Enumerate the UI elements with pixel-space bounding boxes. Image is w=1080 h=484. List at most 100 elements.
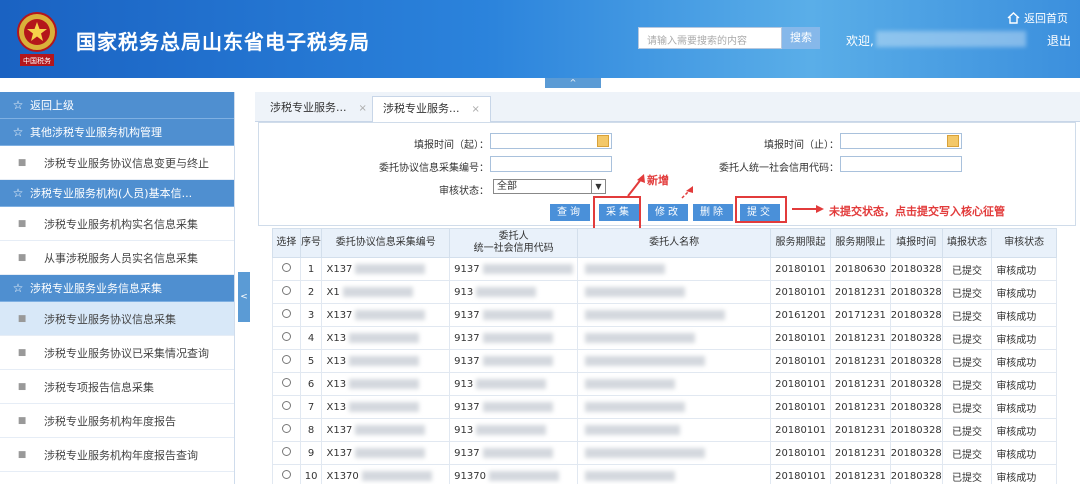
fill-end-input[interactable] (840, 133, 962, 149)
row-select-radio[interactable] (272, 372, 301, 396)
radio-icon[interactable] (281, 470, 291, 479)
row-service-start: 20180101 (770, 441, 831, 465)
row-select-radio[interactable] (272, 395, 301, 419)
radio-icon[interactable] (281, 378, 291, 387)
redacted-value (349, 401, 420, 412)
row-fill-date: 20180328 (889, 395, 943, 419)
calendar-icon[interactable] (947, 135, 959, 147)
sidebar-item-agreement-query[interactable]: ■ 涉税专业服务协议已采集情况查询 (0, 336, 234, 370)
row-fill-status: 已提交 (941, 349, 993, 373)
sidebar-item-annual-report[interactable]: ■ 涉税专业服务机构年度报告 (0, 404, 234, 438)
sidebar-item-back[interactable]: ☆ 返回上级 (0, 92, 234, 119)
credit-prefix: 913 (454, 424, 474, 436)
delete-button[interactable]: 删除 (693, 204, 733, 221)
collapse-header-toggle[interactable]: ^ (545, 78, 601, 88)
sidebar-item-label: 涉税专业服务机构年度报告 (44, 414, 176, 428)
column-header: 委托人名称 (577, 228, 772, 258)
table-row[interactable]: 1 X137 9137 20180101 20180630 20180328 已提交 审核成功 (272, 257, 1057, 281)
sidebar-item-agreement-collect[interactable]: ■ 涉税专业服务协议信息采集 (0, 302, 234, 336)
bullet-icon: ■ (17, 449, 27, 460)
sidebar-item-special-report[interactable]: ■ 涉税专项报告信息采集 (0, 370, 234, 404)
table-row[interactable]: 8 X137 913 20180101 20181231 20180328 已提交 审核成功 (272, 418, 1057, 442)
star-icon: ☆ (12, 125, 24, 139)
radio-icon[interactable] (281, 332, 291, 341)
redacted-value (482, 332, 553, 343)
redacted-value (585, 378, 676, 389)
annotation-submit-note: 未提交状态，点击提交写入核心征管 (829, 205, 1005, 218)
sidebar-item-annual-report-query[interactable]: ■ 涉税专业服务机构年度报告查询 (0, 438, 234, 472)
table-row[interactable]: 2 X1 913 20180101 20181231 20180328 已提交 审核成功 (272, 280, 1057, 304)
row-fill-date: 20180328 (889, 441, 943, 465)
credit-prefix: 9137 (454, 447, 480, 459)
row-select-radio[interactable] (272, 464, 301, 484)
row-service-end: 20181231 (829, 280, 891, 304)
row-select-radio[interactable] (272, 326, 301, 350)
radio-icon[interactable] (281, 309, 291, 318)
credit-code-input[interactable] (840, 156, 962, 172)
row-number: 3 (299, 303, 323, 327)
tab-service-1[interactable]: 涉税专业服务... × (260, 96, 377, 122)
sidebar-collapse-toggle[interactable]: < (238, 272, 250, 322)
radio-icon[interactable] (281, 424, 291, 433)
radio-icon[interactable] (281, 263, 291, 272)
row-fill-date: 20180328 (889, 257, 943, 281)
username-redacted (876, 31, 1026, 47)
search-button[interactable]: 搜索 (782, 27, 820, 49)
sidebar-group-basic-info[interactable]: ☆ 涉税专业服务机构(人员)基本信... (0, 180, 234, 207)
fill-start-input[interactable] (490, 133, 612, 149)
row-number: 4 (299, 326, 323, 350)
row-agreement-code: X13 (321, 395, 451, 419)
radio-icon[interactable] (281, 355, 291, 364)
redacted-value (482, 309, 553, 320)
radio-icon[interactable] (281, 447, 291, 456)
star-icon: ☆ (12, 186, 24, 200)
row-agreement-code: X13 (321, 372, 451, 396)
row-select-radio[interactable] (272, 418, 301, 442)
fill-end-label: 填报时间（止）： (764, 140, 839, 151)
redacted-value (355, 309, 426, 320)
table-row[interactable]: 10 X1370 91370 20180101 20181231 20180328 已提交审… (272, 464, 1057, 484)
row-select-radio[interactable] (272, 349, 301, 373)
site-header: 中国税务 国家税务总局山东省电子税务局 请输入需要搜索的内容 搜索 欢迎, 返回… (0, 0, 1080, 78)
row-service-start: 20180101 (770, 257, 831, 281)
column-header: 序号 (299, 228, 323, 258)
sidebar-group-business-info[interactable]: ☆ 涉税专业服务业务信息采集 (0, 275, 234, 302)
review-status-select[interactable]: 全部 ▼ (493, 179, 606, 194)
row-select-radio[interactable] (272, 257, 301, 281)
sidebar-item-agency-realname[interactable]: ■ 涉税专业服务机构实名信息采集 (0, 207, 234, 241)
home-link[interactable]: 返回首页 (1007, 10, 1068, 26)
row-select-radio[interactable] (272, 441, 301, 465)
table-row[interactable]: 7 X13 9137 20180101 20181231 20180328 已提交 审核成功 (272, 395, 1057, 419)
sidebar-item-label: 涉税专业服务机构实名信息采集 (44, 217, 198, 231)
svg-text:中国税务: 中国税务 (23, 56, 51, 65)
search-input[interactable]: 请输入需要搜索的内容 (638, 27, 782, 49)
redacted-value (585, 424, 681, 435)
tab-service-2[interactable]: 涉税专业服务... × (372, 96, 491, 122)
table-row[interactable]: 4 X13 9137 20180101 20181231 20180328 已提交 审核成功 (272, 326, 1057, 350)
modify-button[interactable]: 修改 (648, 204, 688, 221)
column-header: 服务期限起 (770, 228, 831, 258)
table-row[interactable]: 5 X13 9137 20180101 20181231 20180328 已提交 审核成功 (272, 349, 1057, 373)
table-row[interactable]: 3 X137 9137 20161201 20171231 20180328 已提交 审核成功 (272, 303, 1057, 327)
row-select-radio[interactable] (272, 303, 301, 327)
home-icon (1007, 12, 1020, 24)
calendar-icon[interactable] (597, 135, 609, 147)
table-header-row: 选择 序号 委托协议信息采集编号 委托人 统一社会信用代码 委托人名称 服务期限… (272, 228, 1057, 258)
welcome-text: 欢迎, (846, 34, 874, 48)
row-service-start: 20180101 (770, 372, 831, 396)
row-select-radio[interactable] (272, 280, 301, 304)
table-row[interactable]: 9 X137 9137 20180101 20181231 20180328 已提交 审核成功 (272, 441, 1057, 465)
tab-close-icon[interactable]: × (359, 103, 367, 114)
tab-close-icon[interactable]: × (472, 104, 480, 115)
row-agreement-code: X137 (321, 418, 451, 442)
logout-link[interactable]: 退出 (1047, 32, 1071, 49)
radio-icon[interactable] (281, 286, 291, 295)
column-header: 填报时间 (889, 228, 943, 258)
sidebar-item-staff-realname[interactable]: ■ 从事涉税服务人员实名信息采集 (0, 241, 234, 275)
sidebar-item-agreement-change[interactable]: ■ 涉税专业服务协议信息变更与终止 (0, 146, 234, 180)
radio-icon[interactable] (281, 401, 291, 410)
agreement-no-input[interactable] (490, 156, 612, 172)
table-row[interactable]: 6 X13 913 20180101 20181231 20180328 已提交 审核成功 (272, 372, 1057, 396)
sidebar-group-other-agencies[interactable]: ☆ 其他涉税专业服务机构管理 (0, 119, 234, 146)
query-button[interactable]: 查询 (550, 204, 590, 221)
